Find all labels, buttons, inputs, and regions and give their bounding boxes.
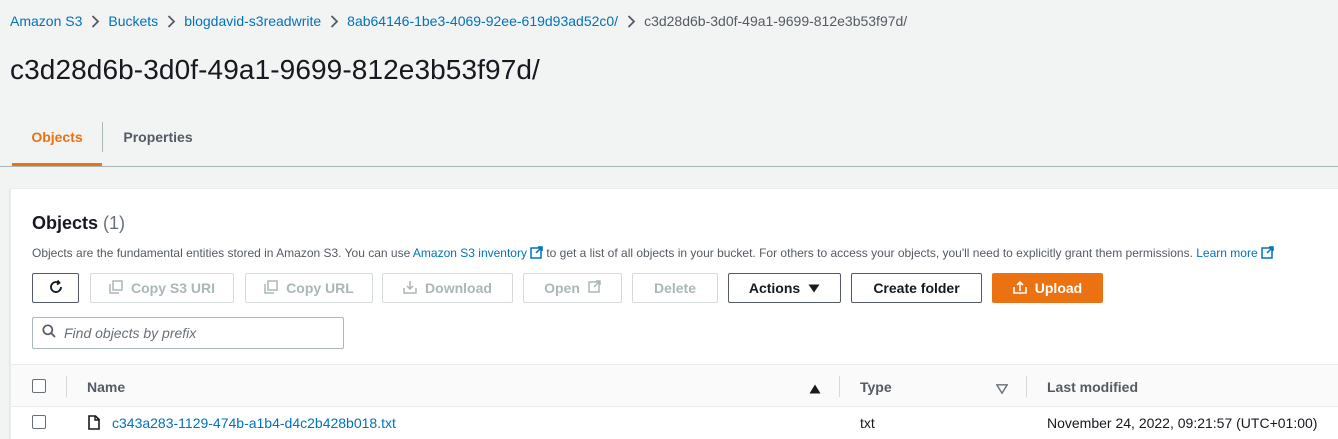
file-icon (88, 415, 100, 435)
upload-button[interactable]: Upload (992, 273, 1103, 303)
chevron-right-icon (82, 13, 108, 29)
column-header-last-modified[interactable]: Last modified (1047, 379, 1138, 395)
external-link-icon (588, 280, 601, 296)
refresh-button[interactable] (32, 273, 79, 303)
copy-icon (264, 279, 278, 297)
download-button[interactable]: Download (382, 273, 513, 303)
chevron-right-icon (321, 13, 347, 29)
download-label: Download (425, 280, 492, 296)
objects-panel: Objects (1) Objects are the fundamental … (10, 188, 1338, 439)
delete-button[interactable]: Delete (632, 273, 718, 303)
download-icon (403, 280, 417, 297)
search-input[interactable] (64, 325, 324, 341)
object-type: txt (860, 415, 875, 431)
refresh-icon (48, 279, 64, 298)
breadcrumb-current: c3d28d6b-3d0f-49a1-9699-812e3b53f97d/ (644, 13, 908, 29)
upload-label: Upload (1034, 280, 1083, 296)
breadcrumb: Amazon S3 Buckets blogdavid-s3readwrite … (10, 13, 907, 29)
open-label: Open (544, 280, 580, 296)
column-separator (66, 376, 67, 397)
table-row: c343a283-1129-474b-a1b4-d4c2b428b018.txt… (11, 407, 1338, 439)
breadcrumb-bucket[interactable]: blogdavid-s3readwrite (184, 13, 321, 29)
create-folder-button[interactable]: Create folder (851, 273, 982, 303)
search-box (32, 317, 344, 349)
sort-icon[interactable] (995, 381, 1009, 399)
object-name-link[interactable]: c343a283-1129-474b-a1b4-d4c2b428b018.txt (112, 415, 396, 431)
copy-s3-uri-label: Copy S3 URI (130, 280, 215, 296)
select-all-checkbox[interactable] (32, 379, 46, 393)
caret-down-icon (808, 280, 820, 296)
chevron-right-icon (158, 13, 184, 29)
objects-title: Objects (32, 213, 99, 233)
objects-description: Objects are the fundamental entities sto… (32, 246, 1274, 262)
row-checkbox[interactable] (32, 415, 46, 429)
copy-url-label: Copy URL (286, 280, 354, 296)
column-separator (839, 376, 840, 397)
chevron-right-icon (618, 13, 644, 29)
tab-objects[interactable]: Objects (12, 120, 102, 166)
column-header-type[interactable]: Type (860, 379, 892, 395)
actions-button[interactable]: Actions (728, 273, 841, 303)
object-last-modified: November 24, 2022, 09:21:57 (UTC+01:00) (1047, 415, 1318, 431)
description-text-after: to get a list of all objects in your buc… (542, 246, 1197, 260)
tab-bar: Objects Properties (0, 120, 1338, 167)
breadcrumb-amazon-s3[interactable]: Amazon S3 (10, 13, 82, 29)
column-separator (1026, 376, 1027, 397)
breadcrumb-folder[interactable]: 8ab64146-1be3-4069-92ee-619d93ad52c0/ (347, 13, 618, 29)
search-icon (42, 323, 56, 343)
breadcrumb-buckets[interactable]: Buckets (108, 13, 158, 29)
learn-more-link[interactable]: Learn more (1196, 246, 1274, 262)
open-button[interactable]: Open (523, 273, 622, 303)
actions-label: Actions (748, 280, 801, 296)
description-text-before: Objects are the fundamental entities sto… (32, 246, 413, 260)
page-title: c3d28d6b-3d0f-49a1-9699-812e3b53f97d/ (10, 54, 540, 85)
tab-properties[interactable]: Properties (103, 120, 213, 166)
objects-count: (1) (103, 213, 126, 233)
table-header: Name Type Last modified (11, 364, 1338, 407)
column-header-name[interactable]: Name (87, 379, 125, 395)
upload-icon (1012, 280, 1027, 297)
learn-more-label: Learn more (1196, 246, 1258, 260)
copy-icon (109, 279, 123, 297)
copy-s3-uri-button[interactable]: Copy S3 URI (90, 273, 234, 303)
objects-panel-title: Objects (1) (32, 213, 125, 234)
external-link-icon (1260, 246, 1274, 262)
sort-ascending-icon[interactable] (809, 381, 821, 399)
copy-url-button[interactable]: Copy URL (245, 273, 373, 303)
external-link-icon (530, 246, 543, 262)
inventory-link[interactable]: Amazon S3 inventory (413, 246, 543, 260)
inventory-link-label: Amazon S3 inventory (412, 246, 527, 260)
